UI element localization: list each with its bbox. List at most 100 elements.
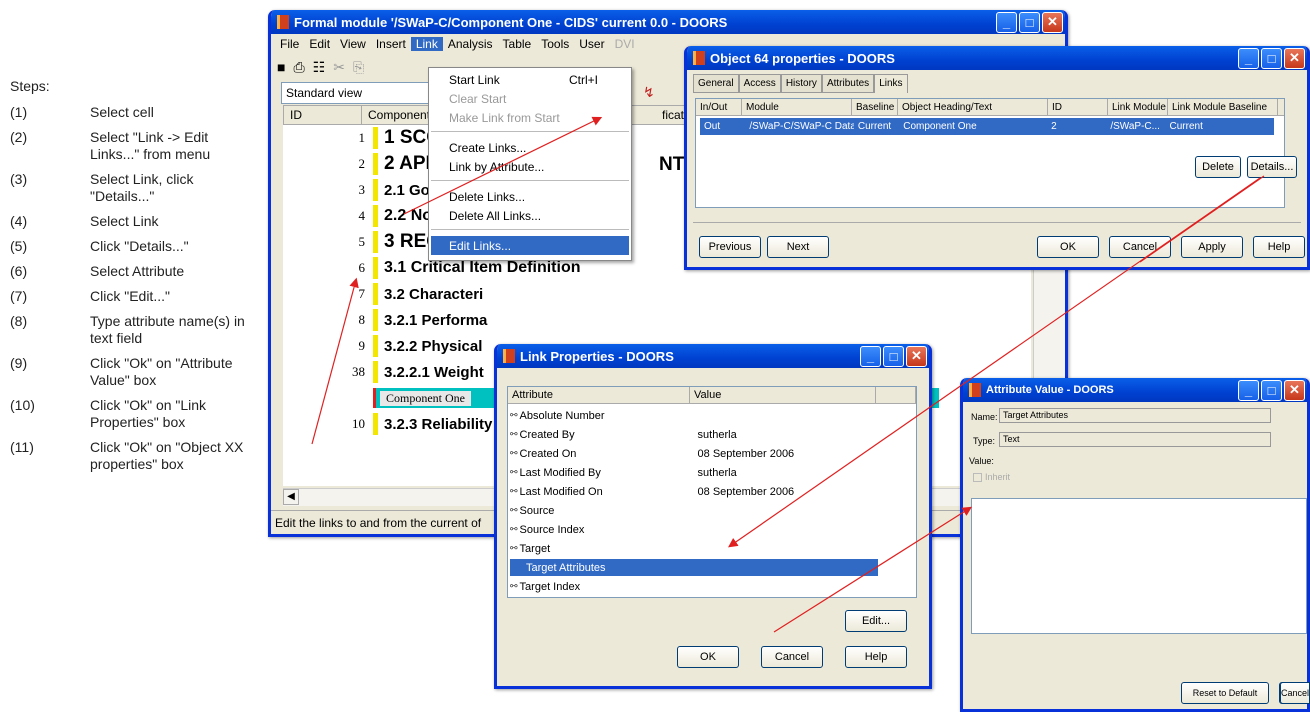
menu-item[interactable]: Start Link Ctrl+I xyxy=(449,70,598,89)
menu-file[interactable]: File xyxy=(275,37,304,51)
level-marker xyxy=(373,335,378,357)
menu-link[interactable]: Link xyxy=(410,37,443,51)
minimize-button[interactable]: _ xyxy=(1238,47,1259,69)
cancel-button[interactable]: Cancel xyxy=(1280,682,1310,704)
help-button[interactable]: Help xyxy=(1253,236,1305,258)
tab-general[interactable]: General xyxy=(693,74,739,93)
scroll-left-icon[interactable]: ◀ xyxy=(283,489,299,505)
attribute-row[interactable]: ⚯ Source xyxy=(510,502,910,519)
col-header[interactable]: Link Module Baseline xyxy=(1168,99,1278,115)
maximize-button[interactable]: □ xyxy=(1261,47,1282,69)
attribute-row[interactable]: ⚯ Target xyxy=(510,540,910,557)
name-field: Target Attributes xyxy=(999,408,1271,423)
ok-button[interactable]: OK xyxy=(677,646,739,668)
attribute-row[interactable]: ⚯ Source Index xyxy=(510,521,910,538)
minimize-button[interactable]: _ xyxy=(860,345,881,367)
table-row[interactable]: 38 3.2.2.1 Weight xyxy=(283,359,484,385)
link-properties-window: Link Properties - DOORS _ □ ✕ Attribute … xyxy=(494,344,932,689)
attribute-row[interactable]: ⚯ Last Modified By sutherla xyxy=(510,464,910,481)
delete-button[interactable]: Delete xyxy=(1195,156,1241,178)
close-button[interactable]: ✕ xyxy=(1284,47,1305,69)
menu-item[interactable]: Delete All Links... xyxy=(449,206,541,225)
link-row[interactable]: Out/SWaP-C/SWaP-C Data Current Component O… xyxy=(700,118,1274,135)
properties-icon[interactable]: ☷ xyxy=(313,59,326,76)
print-icon[interactable]: ⎙ xyxy=(293,59,304,76)
table-row[interactable]: 8 3.2.1 Performa xyxy=(283,307,487,333)
maximize-button[interactable]: □ xyxy=(1261,379,1282,401)
menu-item-label: Create Links... xyxy=(449,140,527,155)
steps-panel: Steps: (1) Select cell (2) Select "Link -> … xyxy=(10,78,260,481)
menu-item[interactable]: Link by Attribute... xyxy=(449,157,544,176)
menu-edit[interactable]: Edit xyxy=(304,37,335,51)
col-header[interactable]: In/Out xyxy=(696,99,742,115)
menu-item[interactable]: Edit Links... xyxy=(431,236,629,255)
menu-user[interactable]: User xyxy=(574,37,609,51)
attr-value: 08 September 2006 xyxy=(697,485,795,498)
attr-name: Last Modified By xyxy=(519,466,601,479)
col-value[interactable]: Value xyxy=(690,387,876,403)
table-row[interactable]: 9 3.2.2 Physical xyxy=(283,333,482,359)
menu-insert[interactable]: Insert xyxy=(371,37,411,51)
table-row[interactable]: 10 3.2.3 Reliability xyxy=(283,411,492,437)
col-header[interactable]: Object Heading/Text xyxy=(898,99,1048,115)
next-button[interactable]: Next xyxy=(767,236,829,258)
details-button[interactable]: Details... xyxy=(1247,156,1297,178)
col-header[interactable]: ID xyxy=(1048,99,1108,115)
attribute-row[interactable]: ⚯ Created By sutherla xyxy=(510,426,910,443)
attribute-row[interactable]: ⚯ Target Index xyxy=(510,578,910,595)
value-text-area[interactable] xyxy=(971,498,1307,634)
col-extra xyxy=(876,387,916,403)
maximize-button[interactable]: □ xyxy=(1019,11,1040,33)
tab-attributes[interactable]: Attributes xyxy=(821,74,875,93)
tab-links[interactable]: Links xyxy=(874,74,908,93)
menu-item[interactable]: Create Links... xyxy=(449,138,526,157)
attribute-row[interactable]: ⚯ Created On 08 September 2006 xyxy=(510,445,910,462)
apply-button[interactable]: Apply xyxy=(1181,236,1243,258)
row-id: 9 xyxy=(358,338,366,353)
link-attr-icon: ⚯ xyxy=(510,505,518,515)
table-row[interactable]: 11 SCO xyxy=(283,125,441,151)
minimize-button[interactable]: _ xyxy=(1238,379,1259,401)
table-row[interactable]: 22 APPR xyxy=(283,151,452,177)
edit-button[interactable]: Edit... xyxy=(845,610,907,632)
col-attribute[interactable]: Attribute xyxy=(508,387,690,403)
attribute-row[interactable]: Target Attributes xyxy=(510,559,878,576)
close-button[interactable]: ✕ xyxy=(1284,379,1305,401)
attribute-row[interactable]: ⚯ Absolute Number xyxy=(510,407,910,424)
col-header[interactable]: Baseline xyxy=(852,99,898,115)
menu-dvi[interactable]: DVI xyxy=(610,37,640,51)
attribute-row[interactable]: ⚯ Last Modified On 08 September 2006 xyxy=(510,483,910,500)
tab-access[interactable]: Access xyxy=(738,74,781,93)
cut-icon[interactable]: ✂ xyxy=(333,59,345,76)
reset-to-default-button[interactable]: Reset to Default xyxy=(1181,682,1269,704)
help-button[interactable]: Help xyxy=(845,646,907,668)
table-row[interactable]: 7 3.2 Characteri xyxy=(283,281,483,307)
menu-analysis[interactable]: Analysis xyxy=(443,37,498,51)
save-icon[interactable]: ■ xyxy=(277,59,285,75)
close-button[interactable]: ✕ xyxy=(906,345,927,367)
menu-table[interactable]: Table xyxy=(498,37,537,51)
col-header[interactable]: Link Module xyxy=(1108,99,1168,115)
cancel-button[interactable]: Cancel xyxy=(761,646,823,668)
view-select[interactable]: Standard view xyxy=(281,82,431,104)
menu-item[interactable]: Delete Links... xyxy=(449,187,525,206)
copy-icon[interactable]: ⎘ xyxy=(353,59,364,76)
ok-button[interactable]: OK xyxy=(1037,236,1099,258)
menu-tools[interactable]: Tools xyxy=(536,37,574,51)
col-header[interactable]: Module xyxy=(742,99,852,115)
link-tool-icon[interactable]: ↯ xyxy=(643,84,655,101)
menu-view[interactable]: View xyxy=(335,37,371,51)
cancel-button[interactable]: Cancel xyxy=(1109,236,1171,258)
previous-button[interactable]: Previous xyxy=(699,236,761,258)
menu-item[interactable]: Make Link from Start xyxy=(449,108,560,127)
minimize-button[interactable]: _ xyxy=(996,11,1017,33)
maximize-button[interactable]: □ xyxy=(883,345,904,367)
object-props-titlebar: Object 64 properties - DOORS _ □ ✕ xyxy=(687,46,1307,70)
tab-history[interactable]: History xyxy=(780,74,822,93)
col-id[interactable]: ID xyxy=(284,106,362,124)
inherit-checkbox[interactable]: Inherit xyxy=(973,472,1010,482)
close-button[interactable]: ✕ xyxy=(1042,11,1063,33)
menu-item[interactable]: Clear Start xyxy=(449,89,506,108)
table-row[interactable]: 3 2.1 Gov xyxy=(283,177,438,203)
link-attr-icon: ⚯ xyxy=(510,543,518,553)
